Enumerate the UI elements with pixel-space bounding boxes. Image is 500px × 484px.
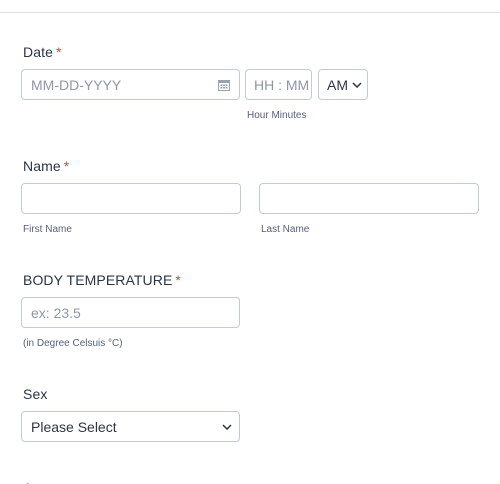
required-mark: * xyxy=(63,158,70,174)
calendar-icon[interactable] xyxy=(218,79,230,91)
temperature-label-text: BODY TEMPERATURE xyxy=(23,272,173,288)
sex-label: Sex xyxy=(23,386,48,402)
temperature-placeholder: ex: 23.5 xyxy=(31,305,81,321)
temperature-label: BODY TEMPERATURE * xyxy=(23,272,181,288)
first-name-input[interactable] xyxy=(21,183,241,214)
ampm-select[interactable]: AM xyxy=(318,69,368,100)
top-divider xyxy=(0,12,500,13)
first-name-sublabel: First Name xyxy=(23,224,72,235)
sex-select[interactable]: Please Select xyxy=(21,411,240,442)
name-label-text: Name xyxy=(23,158,61,174)
required-mark: * xyxy=(55,44,62,60)
chevron-down-icon xyxy=(352,82,362,88)
next-field-label-partial: A xyxy=(23,476,37,484)
next-label-text: A xyxy=(23,480,32,484)
required-mark: * xyxy=(175,272,181,288)
last-name-sublabel: Last Name xyxy=(261,224,310,235)
temperature-input[interactable]: ex: 23.5 xyxy=(21,297,240,328)
sex-selected-value: Please Select xyxy=(31,419,117,435)
date-label: Date * xyxy=(23,44,62,60)
date-label-text: Date xyxy=(23,44,53,60)
time-input[interactable]: HH : MM xyxy=(245,69,312,100)
temperature-sublabel: (in Degree Celsuis °C) xyxy=(23,338,123,349)
date-input[interactable]: MM-DD-YYYY xyxy=(21,69,240,100)
date-placeholder: MM-DD-YYYY xyxy=(31,77,122,93)
chevron-down-icon xyxy=(222,424,232,430)
last-name-input[interactable] xyxy=(259,183,479,214)
time-sublabel: Hour Minutes xyxy=(247,110,307,121)
time-placeholder: HH : MM xyxy=(254,77,310,93)
ampm-value: AM xyxy=(327,77,348,93)
name-label: Name * xyxy=(23,158,69,174)
